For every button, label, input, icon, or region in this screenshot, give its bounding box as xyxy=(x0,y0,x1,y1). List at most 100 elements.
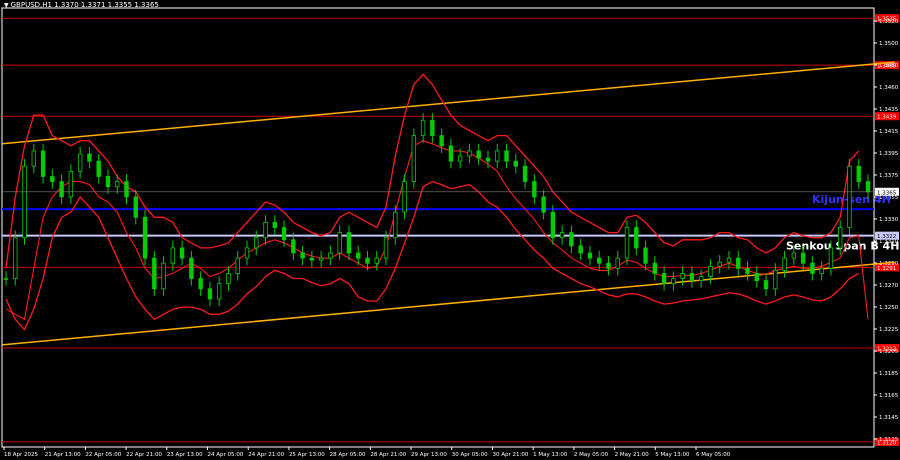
candle-body xyxy=(402,181,407,213)
candle-body xyxy=(430,119,435,137)
x-tick-label: 28 Apr 05:00 xyxy=(330,452,366,458)
candle-body xyxy=(661,273,667,285)
y-tick-label: 1.3435 xyxy=(879,107,899,113)
x-tick-label: 2 May 05:00 xyxy=(574,452,609,458)
current-price-label: 1.3365 xyxy=(877,190,897,196)
x-tick-label: 24 Apr 05:00 xyxy=(208,452,244,458)
candle-body xyxy=(309,257,315,261)
candle-body xyxy=(374,257,379,264)
candle-body xyxy=(393,211,398,239)
candle-body xyxy=(216,283,222,300)
candle-body xyxy=(77,153,83,172)
y-tick-label: 1.3395 xyxy=(879,151,899,157)
candle-body xyxy=(133,196,138,218)
candle-body xyxy=(800,252,806,264)
price-chart[interactable]: 1.35351.34891.34391.32911.32121.31201.35… xyxy=(0,0,900,460)
candle-body xyxy=(578,245,583,254)
candle-body xyxy=(810,262,815,274)
y-tick-label: 1.3520 xyxy=(879,19,899,25)
x-tick-label: 5 May 13:00 xyxy=(655,452,690,458)
channel-lower-line xyxy=(1,261,895,346)
candle-body xyxy=(244,247,250,259)
x-tick-label: 6 May 05:00 xyxy=(696,452,731,458)
candle-body xyxy=(22,165,27,239)
candle-body xyxy=(13,237,18,279)
candle-body xyxy=(235,257,240,274)
candle-body xyxy=(689,273,695,281)
candle-body xyxy=(411,135,417,182)
y-tick-label: 1.3330 xyxy=(879,217,899,223)
y-tick-label: 1.3225 xyxy=(879,327,899,333)
candle-body xyxy=(152,257,157,290)
x-tick-label: 29 Apr 13:00 xyxy=(411,452,447,458)
candle-body xyxy=(179,247,185,259)
x-tick-label: 30 Apr 05:00 xyxy=(452,452,488,458)
candle-body xyxy=(40,150,46,177)
candle-body xyxy=(476,150,481,159)
candle-body xyxy=(300,252,305,259)
candle-body xyxy=(847,165,852,228)
candle-body xyxy=(708,265,713,277)
x-tick-label: 30 Apr 21:00 xyxy=(492,452,528,458)
candle-body xyxy=(254,237,259,249)
candle-body xyxy=(837,227,843,249)
chart-title: ▼ GBPUSD,H1 1.3370 1.3371 1.3355 1.3365 xyxy=(4,1,159,9)
candle-body xyxy=(773,269,778,290)
candle-body xyxy=(328,252,333,259)
x-tick-label: 25 Apr 13:00 xyxy=(289,452,325,458)
candle-body xyxy=(318,257,324,261)
candle-body xyxy=(763,280,769,290)
y-tick-label: 1.3500 xyxy=(879,41,899,47)
candle-body xyxy=(68,170,74,198)
candle-body xyxy=(634,227,639,249)
candle-body xyxy=(207,288,213,300)
candle-body xyxy=(485,157,491,162)
candle-body xyxy=(105,176,111,188)
y-tick-label: 1.3145 xyxy=(879,415,899,421)
y-tick-label: 1.3125 xyxy=(879,437,899,443)
candle-body xyxy=(745,267,750,274)
candle-body xyxy=(726,257,732,263)
candle-body xyxy=(161,262,166,290)
symbol-ohlc-line: GBPUSD,H1 1.3370 1.3371 1.3355 1.3365 xyxy=(10,1,159,9)
x-tick-label: 21 Apr 13:00 xyxy=(45,452,81,458)
candle-body xyxy=(420,119,426,137)
y-tick-label: 1.3165 xyxy=(879,393,899,399)
candle-body xyxy=(828,247,834,269)
candle-body xyxy=(643,247,648,264)
candle-body xyxy=(541,196,546,213)
x-tick-label: 2 May 21:00 xyxy=(615,452,650,458)
candle-body xyxy=(606,262,611,269)
candle-body xyxy=(50,176,55,182)
candle-body xyxy=(587,252,593,259)
x-tick-label: 22 Apr 05:00 xyxy=(85,452,121,458)
upper-band-line xyxy=(5,73,860,269)
candle-body xyxy=(198,278,203,290)
candle-body xyxy=(754,273,759,281)
candle-body xyxy=(671,278,676,285)
candle-body xyxy=(337,232,342,254)
candle-body xyxy=(532,181,537,198)
senkou-tag-label: 1.3322 xyxy=(877,234,896,240)
candle-body xyxy=(263,221,268,239)
y-tick-label: 1.3460 xyxy=(879,85,899,91)
candle-body xyxy=(819,267,824,274)
candle-body xyxy=(782,257,787,271)
candle-body xyxy=(467,150,472,157)
x-tick-label: 24 Apr 21:00 xyxy=(248,452,284,458)
candle-body xyxy=(652,262,658,274)
candle-body xyxy=(170,247,176,264)
candle-body xyxy=(736,257,741,269)
candle-body xyxy=(513,160,518,167)
candle-body xyxy=(31,150,37,167)
candle-body xyxy=(3,278,9,280)
candle-body xyxy=(87,153,92,162)
y-tick-label: 1.3185 xyxy=(879,371,899,377)
y-tick-label: 1.3375 xyxy=(879,173,899,179)
candle-body xyxy=(346,232,352,254)
candle-body xyxy=(504,150,509,162)
candle-body xyxy=(291,239,296,254)
candle-body xyxy=(383,237,389,259)
candle-body xyxy=(96,160,101,177)
candle-body xyxy=(698,276,704,281)
